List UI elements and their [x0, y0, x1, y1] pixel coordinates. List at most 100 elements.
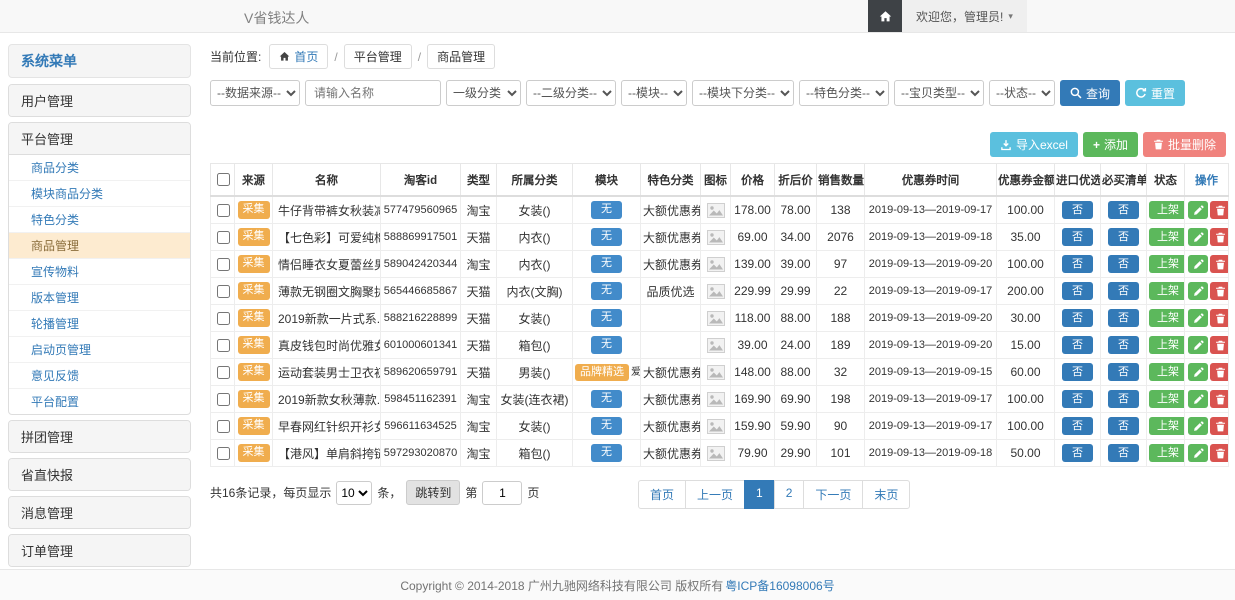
select-all-checkbox[interactable]	[217, 173, 230, 186]
edit-button[interactable]	[1188, 309, 1208, 327]
status-button[interactable]: 上架	[1149, 201, 1185, 219]
search-button[interactable]: 查询	[1060, 80, 1120, 106]
pager-next[interactable]: 下一页	[803, 480, 863, 509]
import-select-toggle[interactable]: 否	[1062, 444, 1093, 462]
delete-button[interactable]	[1210, 363, 1229, 381]
delete-button[interactable]	[1210, 282, 1229, 300]
must-buy-toggle[interactable]: 否	[1108, 201, 1139, 219]
sidebar-item[interactable]: 商品分类	[9, 155, 190, 181]
edit-button[interactable]	[1188, 390, 1208, 408]
pager-page[interactable]: 1	[744, 480, 775, 509]
page-number-input[interactable]	[482, 481, 522, 505]
import-excel-button[interactable]: 导入excel	[990, 132, 1078, 157]
import-select-toggle[interactable]: 否	[1062, 417, 1093, 435]
delete-button[interactable]	[1210, 444, 1229, 462]
jump-button[interactable]: 跳转到	[406, 480, 460, 505]
sidebar-item[interactable]: 意见反馈	[9, 363, 190, 389]
must-buy-toggle[interactable]: 否	[1108, 336, 1139, 354]
delete-button[interactable]	[1210, 417, 1229, 435]
delete-button[interactable]	[1210, 336, 1229, 354]
filter-select[interactable]: --模块--	[621, 80, 687, 106]
must-buy-toggle[interactable]: 否	[1108, 444, 1139, 462]
reset-button[interactable]: 重置	[1125, 80, 1185, 106]
add-button[interactable]: + 添加	[1083, 132, 1138, 157]
delete-button[interactable]	[1210, 201, 1229, 219]
pager-last[interactable]: 末页	[862, 480, 910, 509]
edit-button[interactable]	[1188, 282, 1208, 300]
row-checkbox[interactable]	[217, 339, 230, 352]
page-size-select[interactable]: 10	[336, 481, 372, 505]
sidebar-item[interactable]: 启动页管理	[9, 337, 190, 363]
sidebar-section-header[interactable]: 订单管理	[9, 535, 190, 566]
must-buy-toggle[interactable]: 否	[1108, 363, 1139, 381]
status-button[interactable]: 上架	[1149, 336, 1185, 354]
row-checkbox[interactable]	[217, 393, 230, 406]
filter-select[interactable]: --特色分类--	[799, 80, 889, 106]
status-button[interactable]: 上架	[1149, 390, 1185, 408]
row-checkbox[interactable]	[217, 366, 230, 379]
breadcrumb-home[interactable]: 首页	[269, 44, 328, 69]
delete-button[interactable]	[1210, 255, 1229, 273]
pager-page[interactable]: 2	[774, 480, 805, 509]
home-button[interactable]	[868, 0, 902, 32]
status-button[interactable]: 上架	[1149, 417, 1185, 435]
sidebar-item[interactable]: 平台配置	[9, 389, 190, 414]
must-buy-toggle[interactable]: 否	[1108, 282, 1139, 300]
must-buy-toggle[interactable]: 否	[1108, 255, 1139, 273]
row-checkbox[interactable]	[217, 285, 230, 298]
sidebar-section-header[interactable]: 用户管理	[9, 85, 190, 116]
filter-select[interactable]: --宝贝类型--	[894, 80, 984, 106]
import-select-toggle[interactable]: 否	[1062, 201, 1093, 219]
breadcrumb-item[interactable]: 平台管理	[344, 44, 412, 69]
sidebar-section-header[interactable]: 省直快报	[9, 459, 190, 490]
edit-button[interactable]	[1188, 363, 1208, 381]
sidebar-section-header[interactable]: 拼团管理	[9, 421, 190, 452]
sidebar-item[interactable]: 特色分类	[9, 207, 190, 233]
user-menu[interactable]: 欢迎您，管理员! ▾	[902, 0, 1027, 32]
filter-select[interactable]: --状态--	[989, 80, 1055, 106]
status-button[interactable]: 上架	[1149, 444, 1185, 462]
status-button[interactable]: 上架	[1149, 363, 1185, 381]
delete-button[interactable]	[1210, 228, 1229, 246]
icp-link[interactable]: 粤ICP备16098006号	[725, 577, 834, 594]
row-checkbox[interactable]	[217, 258, 230, 271]
must-buy-toggle[interactable]: 否	[1108, 390, 1139, 408]
edit-button[interactable]	[1188, 444, 1208, 462]
delete-button[interactable]	[1210, 309, 1229, 327]
sidebar-item[interactable]: 轮播管理	[9, 311, 190, 337]
import-select-toggle[interactable]: 否	[1062, 309, 1093, 327]
status-button[interactable]: 上架	[1149, 228, 1185, 246]
row-checkbox[interactable]	[217, 204, 230, 217]
filter-select-source[interactable]: --数据来源--	[210, 80, 300, 106]
edit-button[interactable]	[1188, 255, 1208, 273]
sidebar-section-header[interactable]: 消息管理	[9, 497, 190, 528]
sidebar-item[interactable]: 版本管理	[9, 285, 190, 311]
status-button[interactable]: 上架	[1149, 282, 1185, 300]
sidebar-item[interactable]: 宣传物料	[9, 259, 190, 285]
row-checkbox[interactable]	[217, 312, 230, 325]
edit-button[interactable]	[1188, 228, 1208, 246]
import-select-toggle[interactable]: 否	[1062, 282, 1093, 300]
edit-button[interactable]	[1188, 417, 1208, 435]
must-buy-toggle[interactable]: 否	[1108, 417, 1139, 435]
row-checkbox[interactable]	[217, 420, 230, 433]
edit-button[interactable]	[1188, 336, 1208, 354]
status-button[interactable]: 上架	[1149, 255, 1185, 273]
import-select-toggle[interactable]: 否	[1062, 255, 1093, 273]
filter-select[interactable]: 一级分类	[446, 80, 521, 106]
must-buy-toggle[interactable]: 否	[1108, 309, 1139, 327]
row-checkbox[interactable]	[217, 447, 230, 460]
pager-first[interactable]: 首页	[638, 480, 686, 509]
import-select-toggle[interactable]: 否	[1062, 363, 1093, 381]
filter-select[interactable]: --二级分类--	[526, 80, 616, 106]
must-buy-toggle[interactable]: 否	[1108, 228, 1139, 246]
batch-delete-button[interactable]: 批量删除	[1143, 132, 1226, 157]
row-checkbox[interactable]	[217, 231, 230, 244]
breadcrumb-item[interactable]: 商品管理	[427, 44, 495, 69]
import-select-toggle[interactable]: 否	[1062, 390, 1093, 408]
name-search-input[interactable]	[305, 80, 441, 106]
import-select-toggle[interactable]: 否	[1062, 336, 1093, 354]
sidebar-item[interactable]: 商品管理	[9, 233, 190, 259]
import-select-toggle[interactable]: 否	[1062, 228, 1093, 246]
filter-select[interactable]: --模块下分类--	[692, 80, 794, 106]
